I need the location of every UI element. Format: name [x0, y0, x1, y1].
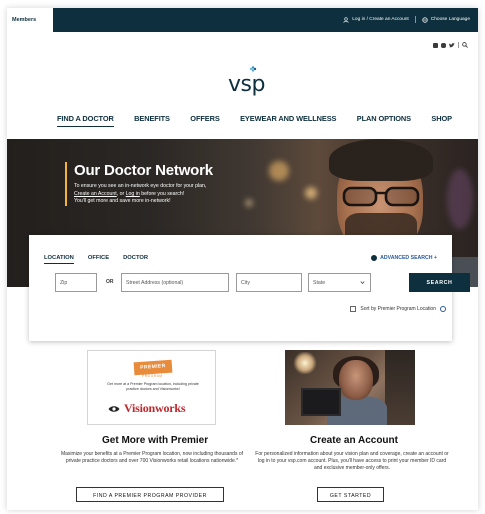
- state-select[interactable]: State: [308, 273, 371, 292]
- search-tabs: LOCATION OFFICE DOCTOR: [44, 255, 148, 264]
- nav-plan-options[interactable]: PLAN OPTIONS: [357, 114, 411, 127]
- divider: [458, 42, 459, 48]
- main-nav: FIND A DOCTOR BENEFITS OFFERS EYEWEAR AN…: [57, 114, 452, 127]
- get-started-button[interactable]: GET STARTED: [317, 487, 384, 502]
- twitter-icon[interactable]: [449, 42, 455, 48]
- browser-frame: Members Log in / Create an Account Choos…: [7, 8, 478, 510]
- premier-fine-print: Get more at a Premier Program location, …: [107, 382, 199, 391]
- find-premier-provider-button[interactable]: FIND A PREMIER PROGRAM PROVIDER: [76, 487, 224, 502]
- nav-find-a-doctor[interactable]: FIND A DOCTOR: [57, 114, 114, 127]
- search-button[interactable]: SEARCH: [409, 273, 470, 292]
- premier-card-body: Maximize your benefits at a Premier Prog…: [60, 451, 244, 464]
- premier-program-image: PREMIER PROGRAM Get more at a Premier Pr…: [87, 350, 216, 425]
- photo-monitor: [301, 388, 341, 416]
- sort-by-premier-checkbox[interactable]: [350, 306, 357, 312]
- account-card-title: Create an Account: [310, 435, 398, 446]
- hero-title: Our Doctor Network: [74, 162, 213, 179]
- info-icon[interactable]: [440, 306, 446, 312]
- toggle-icon: [371, 255, 378, 261]
- or-label: OR: [106, 279, 114, 285]
- utility-bar: Members Log in / Create an Account Choos…: [7, 8, 478, 32]
- premier-badge: PREMIER: [133, 359, 173, 376]
- facebook-icon[interactable]: [433, 42, 438, 48]
- advanced-search-link[interactable]: ADVANCED SEARCH +: [371, 255, 437, 261]
- bokeh-light: [305, 187, 317, 199]
- tab-doctor[interactable]: DOCTOR: [123, 255, 148, 264]
- sort-by-premier-option: Sort by Premier Program Location: [350, 306, 446, 312]
- hero-photo-hair: [329, 139, 433, 181]
- divider: [414, 16, 416, 23]
- globe-icon: [422, 16, 428, 23]
- hero-line-1: To ensure you see an in-network eye doct…: [74, 183, 207, 189]
- social-links: [433, 42, 468, 48]
- street-address-input[interactable]: Street Address (optional): [121, 273, 229, 292]
- hero-line-2-end: before you search!: [141, 190, 185, 197]
- hero-body: To ensure you see an in-network eye doct…: [74, 183, 295, 206]
- premier-card-title: Get More with Premier: [102, 435, 209, 446]
- members-tab[interactable]: Members: [7, 8, 53, 32]
- hero-line-2: Create an Account, or Log in before you …: [74, 191, 295, 199]
- create-account-link[interactable]: Create an Account: [74, 191, 117, 197]
- hero-line-2-mid: , or: [116, 190, 125, 197]
- tab-location[interactable]: LOCATION: [44, 255, 74, 264]
- photo-lamp: [293, 352, 317, 374]
- hero-text-block: Our Doctor Network To ensure you see an …: [65, 162, 295, 206]
- hero-line-3: You'll get more and save more in-network…: [74, 198, 171, 205]
- nav-eyewear-and-wellness[interactable]: EYEWEAR AND WELLNESS: [240, 114, 336, 127]
- advanced-search-label: ADVANCED SEARCH +: [380, 255, 437, 261]
- photo-window: [385, 350, 415, 425]
- state-select-value: State: [313, 280, 326, 286]
- bokeh-light: [447, 169, 473, 229]
- choose-language-link[interactable]: Choose Language: [431, 17, 470, 22]
- account-card-body: For personalized information about your …: [255, 451, 449, 471]
- hero-photo-glasses: [342, 186, 420, 207]
- user-icon: [343, 16, 349, 23]
- nav-offers[interactable]: OFFERS: [190, 114, 219, 127]
- zip-input[interactable]: Zip: [55, 273, 97, 292]
- nav-shop[interactable]: SHOP: [431, 114, 452, 127]
- eye-icon: [108, 405, 120, 412]
- tab-office[interactable]: OFFICE: [88, 255, 109, 264]
- instagram-icon[interactable]: [441, 42, 446, 48]
- nav-benefits[interactable]: BENEFITS: [134, 114, 170, 127]
- logo-text: vsp: [228, 72, 265, 97]
- sort-by-premier-label: Sort by Premier Program Location: [360, 306, 436, 312]
- create-account-image: [285, 350, 415, 425]
- search-icon[interactable]: [462, 42, 468, 48]
- visionworks-wordmark: Visionworks: [124, 401, 186, 415]
- chevron-down-icon: [360, 281, 365, 285]
- premier-badge-sub: PROGRAM: [142, 374, 163, 378]
- log-in-link[interactable]: Log in: [126, 191, 140, 197]
- photo-person-face: [339, 360, 373, 400]
- utility-links: Log in / Create an Account Choose Langua…: [343, 16, 470, 23]
- login-link[interactable]: Log in / Create an Account: [352, 17, 409, 22]
- city-input[interactable]: City: [236, 273, 302, 292]
- visionworks-logo: Visionworks: [108, 401, 186, 416]
- vsp-logo[interactable]: vsp: [226, 66, 270, 98]
